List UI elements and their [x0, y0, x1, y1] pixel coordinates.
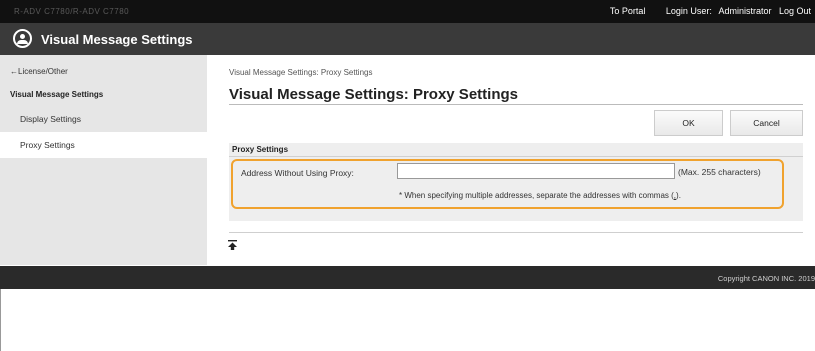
panel-header: Proxy Settings [232, 145, 289, 154]
address-without-proxy-label: Address Without Using Proxy: [241, 168, 354, 178]
arrow-up-to-top-icon[interactable] [228, 240, 237, 250]
address-without-proxy-input[interactable] [397, 163, 675, 179]
sidebar-item-label: Proxy Settings [20, 140, 75, 150]
breadcrumb: Visual Message Settings: Proxy Settings [229, 68, 373, 77]
copyright: Copyright CANON INC. 2019 [717, 274, 815, 283]
sidebar-item-proxy-settings[interactable]: Proxy Settings [0, 132, 207, 158]
sidebar-item-display-settings[interactable]: Display Settings [0, 106, 207, 132]
max-characters-hint: (Max. 255 characters) [678, 167, 761, 177]
multiple-address-note: * When specifying multiple addresses, se… [399, 191, 681, 200]
visual-message-icon [13, 29, 32, 48]
top-links: To Portal Login User: Administrator Log … [596, 6, 811, 16]
login-user-name: Administrator [718, 6, 772, 16]
back-arrow-icon: ← [10, 67, 18, 76]
sidebar-section-title: Visual Message Settings [10, 90, 104, 99]
window-edge [0, 289, 1, 351]
title-divider [229, 104, 803, 105]
sidebar-item-label: Display Settings [20, 114, 81, 124]
sidebar: ←License/Other Visual Message Settings D… [0, 55, 207, 265]
note-text: * When specifying multiple addresses, se… [399, 191, 674, 200]
app-title: Visual Message Settings [41, 32, 193, 47]
footer: Copyright CANON INC. 2019 [0, 266, 815, 289]
page-title: Visual Message Settings: Proxy Settings [229, 86, 518, 103]
device-name: R-ADV C7780/R-ADV C7780 [14, 7, 130, 16]
to-portal-link[interactable]: To Portal [610, 6, 646, 16]
cancel-button[interactable]: Cancel [730, 110, 803, 136]
panel-divider [229, 156, 803, 157]
content-divider [229, 232, 803, 233]
top-bar: R-ADV C7780/R-ADV C7780 To Portal Login … [0, 0, 815, 23]
sidebar-back-link[interactable]: ←License/Other [10, 67, 68, 76]
sidebar-back-link-label: License/Other [18, 67, 68, 76]
ok-button[interactable]: OK [654, 110, 723, 136]
log-out-link[interactable]: Log Out [779, 6, 811, 16]
note-end: ). [676, 191, 681, 200]
login-user-label: Login User: [665, 6, 712, 16]
title-bar: Visual Message Settings [0, 23, 815, 55]
